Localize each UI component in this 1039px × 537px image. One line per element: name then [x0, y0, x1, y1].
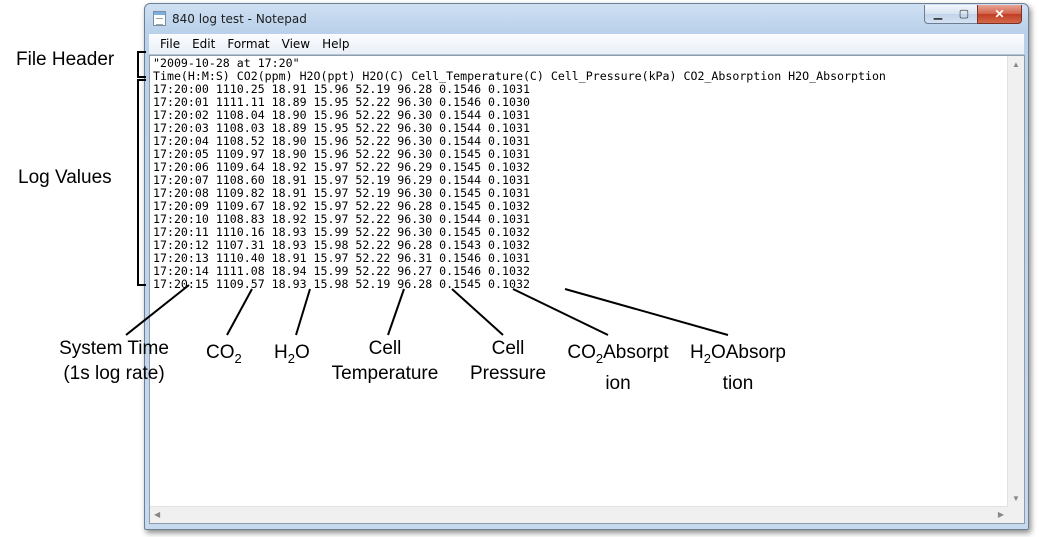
h2o-absorption-label: H2OAbsorp tion — [690, 342, 786, 394]
pointer-cell-pressure — [451, 288, 504, 336]
pointer-cell-temperature — [387, 288, 405, 336]
log-values-bracket — [137, 79, 146, 286]
pointer-h2o — [295, 288, 311, 336]
file-header-bracket — [137, 51, 146, 78]
h2o-label: H2O — [274, 342, 310, 366]
cell-temperature-label: Cell Temperature — [331, 338, 439, 384]
pointer-h2o-absorption — [564, 288, 729, 336]
log-values-label: Log Values — [18, 167, 112, 188]
pointer-co2-absorption — [512, 288, 609, 336]
co2-label: CO2 — [206, 342, 242, 366]
annotation-lines — [125, 51, 729, 336]
co2-absorption-label: CO2Absorpt ion — [567, 342, 669, 394]
cell-pressure-label: Cell Pressure — [469, 338, 547, 384]
file-header-label: File Header — [16, 49, 115, 70]
pointer-co2 — [226, 288, 253, 336]
system-time-label: System Time (1s log rate) — [59, 338, 169, 384]
pointer-system-time — [125, 284, 190, 336]
